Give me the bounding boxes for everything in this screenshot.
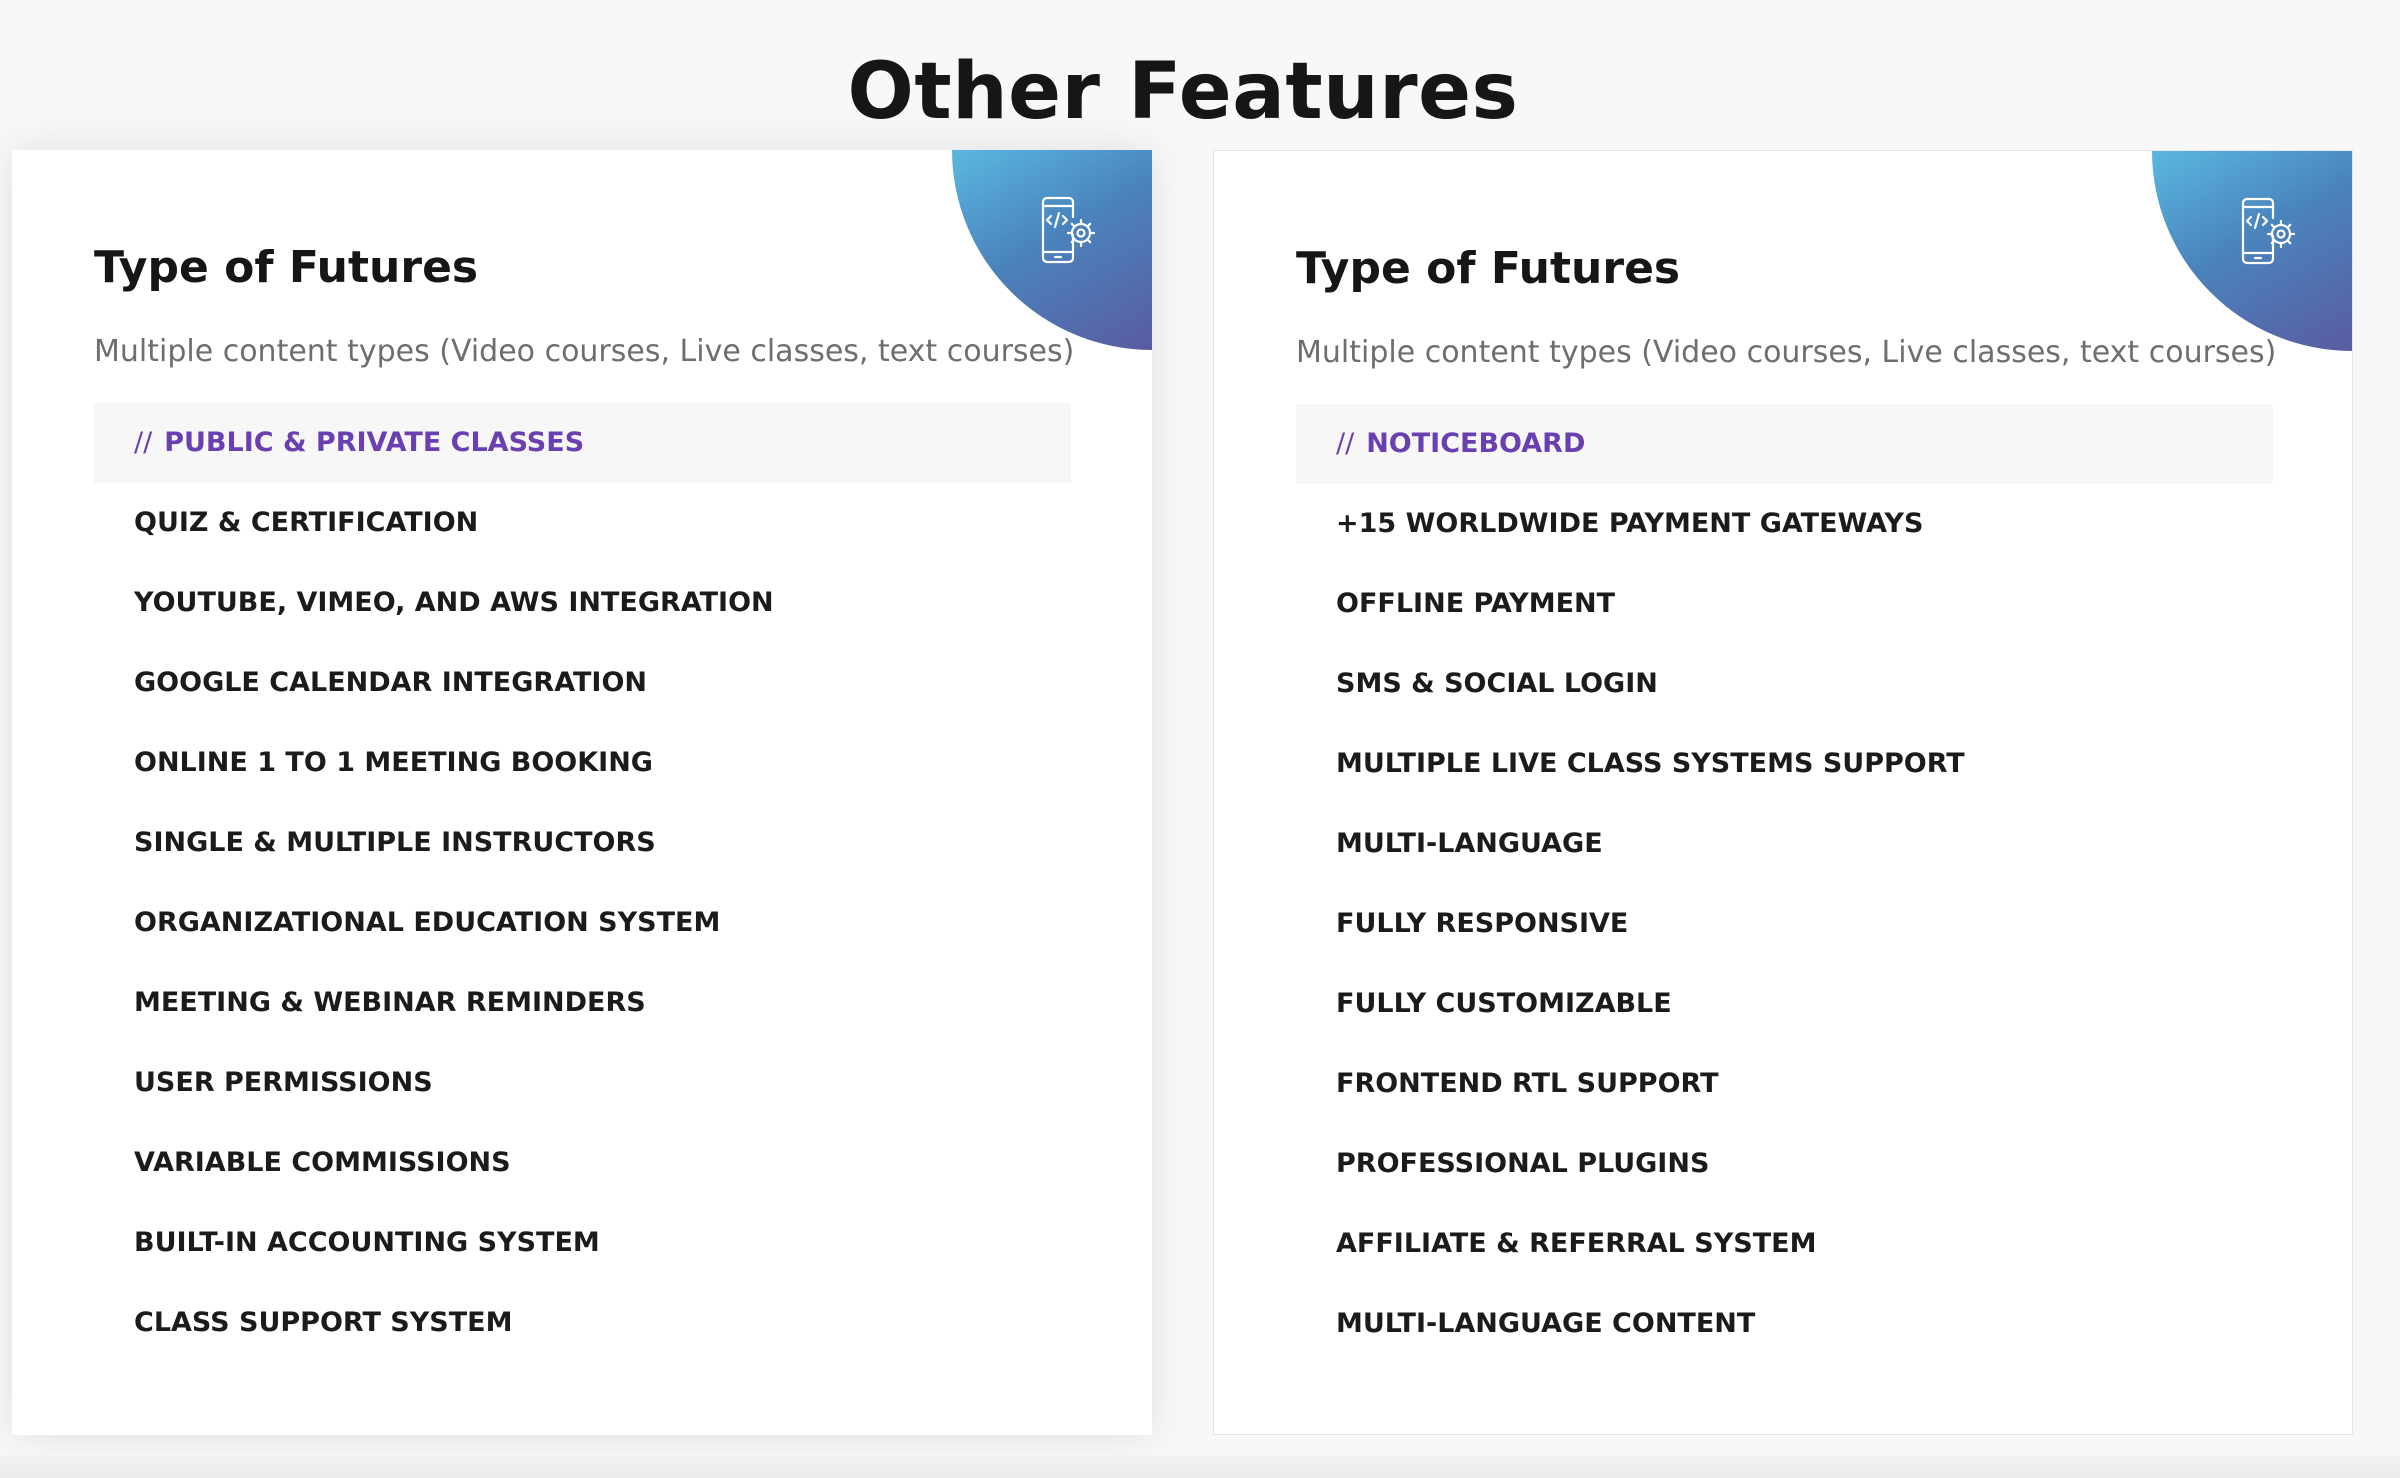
card-corner-badge <box>952 150 1152 350</box>
active-prefix: // <box>134 427 153 458</box>
mobile-code-gear-icon <box>2241 197 2296 265</box>
feature-item[interactable]: MULTIPLE LIVE CLASS SYSTEMS SUPPORT <box>1296 724 2273 804</box>
feature-item[interactable]: ONLINE 1 TO 1 MEETING BOOKING <box>94 723 1071 803</box>
mobile-code-gear-icon <box>1041 196 1096 264</box>
feature-label: NOTICEBOARD <box>1366 428 1586 459</box>
feature-item[interactable]: GOOGLE CALENDAR INTEGRATION <box>94 643 1071 723</box>
active-prefix: // <box>1336 428 1355 459</box>
features-card-right: Type of Futures Multiple content types (… <box>1213 150 2353 1435</box>
feature-item[interactable]: FULLY RESPONSIVE <box>1296 884 2273 964</box>
feature-item[interactable]: USER PERMISSIONS <box>94 1043 1071 1123</box>
feature-item[interactable]: +15 WORLDWIDE PAYMENT GATEWAYS <box>1296 484 2273 564</box>
features-card-left: Type of Futures Multiple content types (… <box>12 150 1152 1435</box>
feature-item-active[interactable]: // PUBLIC & PRIVATE CLASSES <box>94 403 1071 483</box>
feature-item[interactable]: FULLY CUSTOMIZABLE <box>1296 964 2273 1044</box>
card-corner-badge <box>2152 151 2352 351</box>
card-title: Type of Futures <box>94 242 479 293</box>
section-title: Other Features <box>847 47 1519 138</box>
feature-item[interactable]: YOUTUBE, VIMEO, AND AWS INTEGRATION <box>94 563 1071 643</box>
page-footer-band <box>0 1456 2400 1478</box>
feature-item[interactable]: MEETING & WEBINAR REMINDERS <box>94 963 1071 1043</box>
feature-item[interactable]: ORGANIZATIONAL EDUCATION SYSTEM <box>94 883 1071 963</box>
feature-item[interactable]: MULTI-LANGUAGE CONTENT <box>1296 1284 2273 1364</box>
feature-list: // PUBLIC & PRIVATE CLASSES QUIZ & CERTIF… <box>94 403 1071 1363</box>
feature-item[interactable]: SINGLE & MULTIPLE INSTRUCTORS <box>94 803 1071 883</box>
feature-label: PUBLIC & PRIVATE CLASSES <box>164 427 585 458</box>
feature-list: // NOTICEBOARD +15 WORLDWIDE PAYMENT GATE… <box>1296 404 2273 1364</box>
feature-item[interactable]: AFFILIATE & REFERRAL SYSTEM <box>1296 1204 2273 1284</box>
feature-item[interactable]: QUIZ & CERTIFICATION <box>94 483 1071 563</box>
feature-item[interactable]: CLASS SUPPORT SYSTEM <box>94 1283 1071 1363</box>
feature-item-active[interactable]: // NOTICEBOARD <box>1296 404 2273 484</box>
feature-item[interactable]: OFFLINE PAYMENT <box>1296 564 2273 644</box>
card-subtitle: Multiple content types (Video courses, L… <box>94 334 1075 369</box>
card-subtitle: Multiple content types (Video courses, L… <box>1296 335 2277 370</box>
card-title: Type of Futures <box>1296 243 1681 294</box>
feature-item[interactable]: FRONTEND RTL SUPPORT <box>1296 1044 2273 1124</box>
feature-item[interactable]: VARIABLE COMMISSIONS <box>94 1123 1071 1203</box>
feature-item[interactable]: BUILT-IN ACCOUNTING SYSTEM <box>94 1203 1071 1283</box>
feature-item[interactable]: PROFESSIONAL PLUGINS <box>1296 1124 2273 1204</box>
feature-item[interactable]: MULTI-LANGUAGE <box>1296 804 2273 884</box>
feature-item[interactable]: SMS & SOCIAL LOGIN <box>1296 644 2273 724</box>
